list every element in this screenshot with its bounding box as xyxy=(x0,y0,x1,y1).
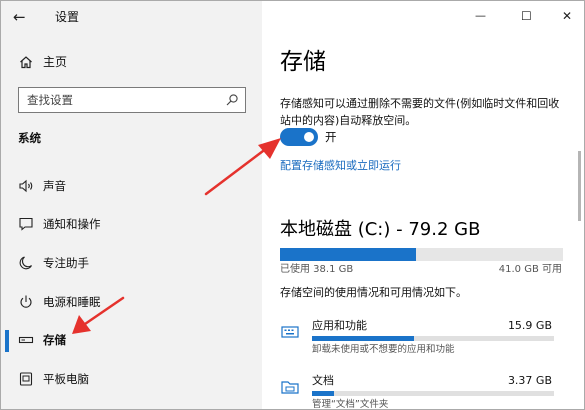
sidebar-item-label: 存储 xyxy=(43,333,66,347)
category-name: 文档 xyxy=(312,374,334,387)
home-link[interactable]: 主页 xyxy=(43,54,67,70)
used-space-label: 已使用 38.1 GB xyxy=(280,264,354,275)
drive-capacity-fill xyxy=(280,248,417,261)
section-title: 系统 xyxy=(18,131,41,145)
usage-note: 存储空间的使用情况和可用情况如下。 xyxy=(280,286,467,299)
category-usage-fill xyxy=(312,391,334,396)
category-name: 应用和功能 xyxy=(312,319,367,332)
sidebar-item-notifications[interactable]: 通知和操作 xyxy=(1,206,262,242)
sidebar-item-storage[interactable]: 存储 xyxy=(1,322,262,358)
notification-icon xyxy=(18,216,34,232)
app-title: 设置 xyxy=(55,10,80,24)
drive-title: 本地磁盘 (C:) - 79.2 GB xyxy=(280,219,481,240)
page-title: 存储 xyxy=(280,49,326,75)
sidebar-item-label: 通知和操作 xyxy=(43,217,101,231)
sidebar-item-label: 声音 xyxy=(43,179,66,193)
toggle-state-label: 开 xyxy=(325,130,337,144)
category-usage-bar xyxy=(312,391,554,396)
back-button[interactable]: ← xyxy=(13,7,26,27)
tablet-icon xyxy=(18,371,34,387)
sidebar-item-focus-assist[interactable]: 专注助手 xyxy=(1,245,262,281)
storage-sense-description: 存储感知可以通过删除不需要的文件(例如临时文件和回收站中的内容)自动释放空间。 xyxy=(280,97,560,127)
search-icon[interactable] xyxy=(225,92,239,106)
storage-icon xyxy=(18,332,34,348)
sidebar-item-label: 平板电脑 xyxy=(43,372,89,386)
drive-capacity-bar xyxy=(280,248,563,261)
keyboard-icon xyxy=(280,323,300,341)
minimize-button[interactable]: — xyxy=(475,9,495,25)
speaker-icon xyxy=(18,178,34,194)
configure-storage-sense-link[interactable]: 配置存储感知或立即运行 xyxy=(280,158,401,174)
category-description: 管理“文档”文件夹 xyxy=(312,399,389,410)
sidebar-item-power[interactable]: 电源和睡眠 xyxy=(1,284,262,320)
close-button[interactable]: ✕ xyxy=(562,9,582,25)
search-box[interactable] xyxy=(18,87,246,113)
power-icon xyxy=(18,294,34,310)
sidebar-item-label: 专注助手 xyxy=(43,256,89,270)
category-description: 卸载未使用或不想要的应用和功能 xyxy=(312,344,455,355)
storage-sense-toggle[interactable] xyxy=(280,128,318,146)
maximize-button[interactable]: ☐ xyxy=(521,9,541,25)
sidebar-item-label: 电源和睡眠 xyxy=(43,295,101,309)
free-space-label: 41.0 GB 可用 xyxy=(498,264,562,275)
category-size: 15.9 GB xyxy=(507,319,552,332)
settings-window: ← 设置 主页 系统 声音 通知和操作 xyxy=(0,0,585,410)
search-input[interactable] xyxy=(19,88,219,112)
toggle-knob xyxy=(304,132,314,142)
folder-icon xyxy=(280,378,300,396)
moon-icon xyxy=(18,255,34,271)
category-usage-fill xyxy=(312,336,414,341)
category-usage-bar xyxy=(312,336,554,341)
sidebar-item-sound[interactable]: 声音 xyxy=(1,168,262,204)
sidebar: ← 设置 主页 系统 声音 通知和操作 xyxy=(1,1,262,409)
home-icon[interactable] xyxy=(19,54,33,69)
active-indicator xyxy=(5,330,9,352)
scrollbar[interactable] xyxy=(578,151,581,221)
category-size: 3.37 GB xyxy=(507,374,552,387)
sidebar-item-tablet[interactable]: 平板电脑 xyxy=(1,361,262,397)
